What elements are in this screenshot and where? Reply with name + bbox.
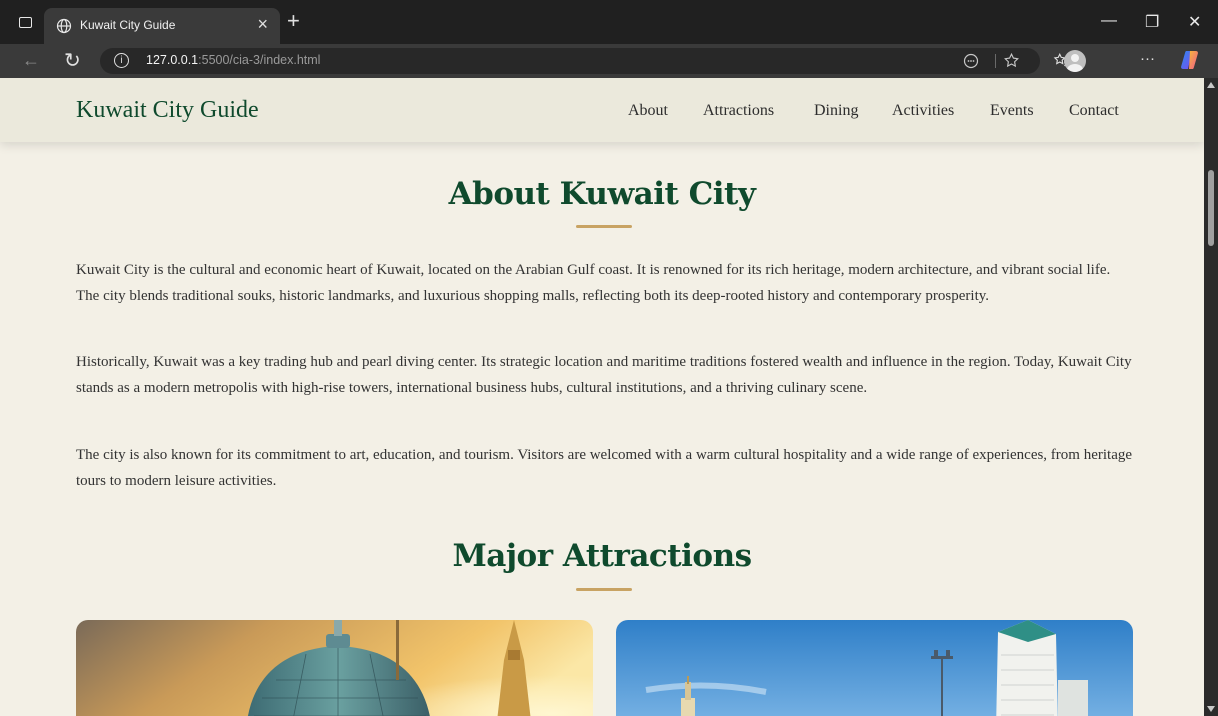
more-options-icon[interactable]: ···: [1140, 50, 1155, 67]
nav-attractions[interactable]: Attractions: [703, 102, 774, 120]
browser-toolbar: ← ↻ i 127.0.0.1:5500/cia-3/index.html ··…: [0, 44, 1218, 78]
nav-activities[interactable]: Activities: [892, 102, 954, 120]
reader-face-icon[interactable]: [963, 53, 979, 69]
about-paragraph-1: Kuwait City is the cultural and economic…: [76, 262, 1111, 304]
about-title: About Kuwait City: [448, 176, 756, 212]
close-window-icon[interactable]: ✕: [1188, 12, 1201, 32]
nav-about[interactable]: About: [628, 102, 668, 120]
mosque-dome-image: [76, 620, 593, 716]
attractions-title-underline: [576, 588, 632, 591]
omnibox-divider: [995, 54, 996, 68]
site-info-icon[interactable]: i: [114, 53, 129, 68]
about-paragraph-2: Historically, Kuwait was a key trading h…: [76, 354, 1132, 396]
tab-title: Kuwait City Guide: [80, 18, 176, 32]
city-towers-image: [616, 620, 1133, 716]
copilot-icon[interactable]: [1180, 49, 1202, 71]
tab-close-icon[interactable]: ×: [257, 14, 268, 34]
profile-avatar-icon[interactable]: [1064, 50, 1086, 72]
minimize-icon[interactable]: —: [1101, 12, 1117, 30]
site-header: Kuwait City Guide About Attractions Dini…: [0, 78, 1204, 142]
nav-events[interactable]: Events: [990, 102, 1034, 120]
about-paragraph-3: The city is also known for its commitmen…: [76, 447, 1133, 489]
page-viewport: Kuwait City Guide About Attractions Dini…: [0, 78, 1204, 716]
url-text[interactable]: 127.0.0.1:5500/cia-3/index.html: [146, 53, 320, 67]
site-logo[interactable]: Kuwait City Guide: [76, 97, 259, 124]
attraction-card-city-image[interactable]: [616, 620, 1133, 716]
reload-icon[interactable]: ↻: [64, 48, 81, 73]
favorite-star-icon[interactable]: [1003, 52, 1020, 69]
attractions-title: Major Attractions: [452, 538, 752, 574]
browser-tab[interactable]: Kuwait City Guide ×: [44, 8, 280, 44]
about-title-underline: [576, 225, 632, 228]
tab-actions-icon[interactable]: [19, 17, 32, 28]
browser-titlebar: Kuwait City Guide × + — ❐ ✕: [0, 0, 1218, 44]
scroll-down-arrow-icon[interactable]: [1207, 706, 1215, 712]
address-bar[interactable]: i 127.0.0.1:5500/cia-3/index.html: [100, 48, 1040, 74]
restore-icon[interactable]: ❐: [1145, 12, 1159, 32]
scroll-up-arrow-icon[interactable]: [1207, 82, 1215, 88]
new-tab-icon[interactable]: +: [287, 10, 300, 32]
url-host: 127.0.0.1: [146, 53, 199, 67]
page-scrollbar[interactable]: [1204, 78, 1218, 716]
nav-contact[interactable]: Contact: [1069, 102, 1119, 120]
globe-icon: [56, 18, 72, 34]
attraction-card-mosque-image[interactable]: [76, 620, 593, 716]
nav-dining[interactable]: Dining: [814, 102, 858, 120]
scrollbar-thumb[interactable]: [1208, 170, 1214, 246]
url-path: :5500/cia-3/index.html: [198, 53, 321, 67]
back-arrow-icon[interactable]: ←: [22, 50, 40, 71]
